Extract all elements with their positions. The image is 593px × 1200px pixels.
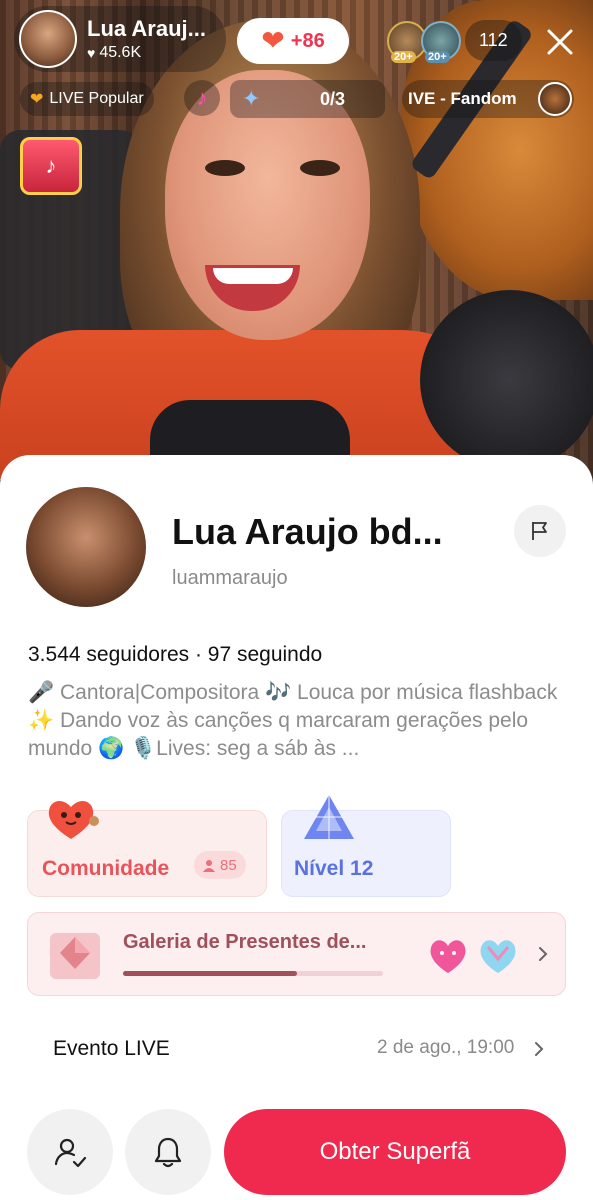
follow-stats[interactable]: 3.544 seguidores · 97 seguindo [28, 643, 322, 667]
community-members-badge: 85 [194, 851, 246, 879]
viewer-level-badge: 20+ [391, 50, 416, 63]
community-member-count: 85 [220, 856, 237, 874]
host-likes-count: 45.6K [99, 44, 142, 61]
viewer-avatar[interactable]: 20+ [421, 20, 461, 63]
viewer-level-badge: 20+ [425, 50, 450, 63]
mic-head [420, 290, 593, 470]
close-icon [547, 29, 573, 55]
live-video[interactable] [0, 0, 593, 480]
gift-gallery-row[interactable]: Galeria de Presentes de... [27, 912, 566, 996]
person-icon [203, 859, 215, 872]
community-card[interactable]: Comunidade 85 [27, 801, 267, 897]
live-event-label: Evento LIVE [53, 1037, 170, 1060]
live-event-row[interactable]: Evento LIVE 2 de ago., 19:00 [27, 1010, 566, 1084]
heart-icon: ♥ [87, 45, 96, 61]
profile-avatar[interactable] [26, 487, 146, 607]
streamer-teeth [213, 268, 293, 284]
bell-icon [154, 1137, 182, 1168]
top-viewers[interactable]: 20+ 20+ 112 [387, 20, 522, 63]
profile-sheet: Lua Araujo bd... luammaraujo 3.544 segui… [0, 455, 593, 1200]
live-popular-badge[interactable]: ❤ LIVE Popular [20, 82, 154, 116]
host-avatar[interactable] [19, 10, 77, 68]
goal-progress: 0/3 [319, 88, 345, 109]
heart-gift-icon [430, 940, 466, 973]
streamer-eye-right [300, 160, 340, 176]
tiktok-note-icon: ♪ [45, 153, 57, 178]
level-card[interactable]: Nível 12 [281, 795, 451, 897]
profile-bio: 🎤 Cantora|Compositora 🎶 Louca por música… [28, 681, 558, 760]
report-button[interactable] [514, 505, 566, 557]
fandom-avatar [538, 82, 572, 116]
heart-icon: ❤ [261, 25, 285, 56]
community-label: Comunidade [42, 857, 170, 880]
treasure-chest-button[interactable]: ♪ [20, 137, 82, 195]
sparkle-gem-icon: ✦ [242, 86, 261, 111]
person-check-icon [54, 1138, 87, 1168]
like-counter[interactable]: ❤ +86 [237, 18, 349, 64]
chevron-right-icon [539, 947, 548, 961]
level-label: Nível 12 [294, 857, 374, 880]
viewer-count[interactable]: 112 [465, 20, 522, 61]
close-button[interactable] [540, 22, 580, 62]
gift-gallery-progress-fill [123, 971, 298, 976]
streamer-eye-left [205, 160, 245, 176]
live-fandom-badge[interactable]: IVE - Fandom [402, 80, 574, 118]
host-pill[interactable]: Lua Arauj... ♥ 45.6K [14, 6, 226, 72]
notification-button[interactable] [125, 1109, 211, 1195]
host-likes: ♥ 45.6K [87, 44, 206, 62]
live-goal[interactable]: ✦ 0/3 [230, 80, 385, 118]
gift-gallery-title: Galeria de Presentes de... [123, 931, 367, 953]
level-triangle-icon [304, 795, 354, 839]
live-event-time: 2 de ago., 19:00 [377, 1037, 515, 1058]
like-increment: +86 [290, 29, 325, 52]
flag-icon [532, 522, 547, 540]
crystal-heart-gift-icon [480, 940, 516, 973]
host-name: Lua Arauj... [87, 16, 206, 41]
music-button[interactable]: ♪ [184, 80, 220, 116]
live-popular-label: LIVE Popular [49, 90, 144, 107]
music-note-icon: ♪ [196, 85, 208, 110]
gift-gallery-progress-bar [123, 971, 383, 976]
follow-button[interactable] [27, 1109, 113, 1195]
profile-display-name: Lua Araujo bd... [172, 511, 443, 552]
profile-username: luammaraujo [172, 567, 288, 589]
chevron-right-icon [535, 1042, 544, 1056]
heart-mascot-icon [48, 801, 99, 839]
heart-icon: ❤ [30, 91, 44, 108]
get-superfan-button[interactable]: Obter Superfã [224, 1109, 566, 1195]
host-info: Lua Arauj... ♥ 45.6K [87, 16, 206, 62]
gift-gallery-box-icon [50, 933, 100, 979]
fandom-label: IVE - Fandom [408, 89, 517, 108]
